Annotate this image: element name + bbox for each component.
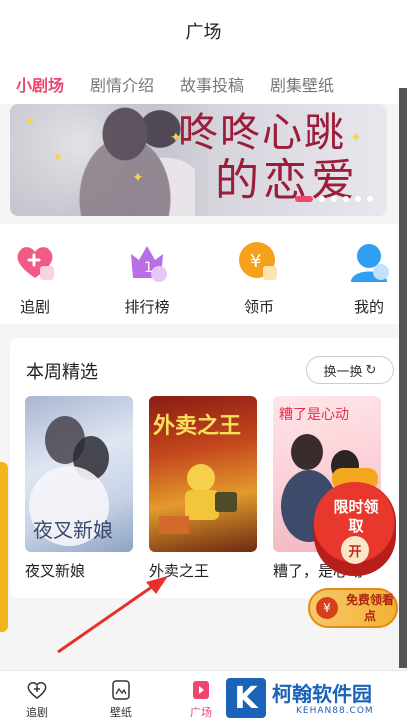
nav-follow[interactable]: 追剧: [12, 679, 62, 720]
carousel-dot[interactable]: [319, 196, 325, 202]
carousel-dot[interactable]: [367, 196, 373, 202]
carousel-dot[interactable]: [331, 196, 337, 202]
drama-card[interactable]: 外卖之王 外卖之王: [149, 396, 257, 581]
nav-label: 追剧: [26, 706, 48, 719]
crown-ranking-icon: 1: [125, 240, 169, 284]
quick-label: 追剧: [19, 298, 50, 316]
nav-wallpaper[interactable]: 壁纸: [96, 679, 146, 720]
watermark-logo: K: [226, 678, 266, 718]
quick-label: 领币: [243, 298, 274, 316]
watermark-domain: KEHAN88.COM: [296, 706, 374, 716]
butterfly-icon: ✦: [24, 114, 36, 130]
side-floating-tab[interactable]: [0, 462, 8, 632]
nav-label: 壁纸: [110, 706, 132, 719]
tab-plot-intro[interactable]: 剧情介绍: [90, 72, 154, 96]
top-bar: 广场: [0, 0, 407, 60]
promo-text: 限时领取: [333, 498, 379, 535]
drama-title: 夜叉新娘: [25, 562, 86, 580]
poster-title-art: 糟了是心动: [279, 407, 349, 423]
carousel-dot[interactable]: [343, 196, 349, 202]
svg-text:¥: ¥: [250, 251, 261, 272]
page-title: 广场: [185, 22, 222, 43]
nav-square[interactable]: 广场: [176, 679, 226, 720]
coin-icon: ¥: [237, 240, 281, 284]
section-title: 本周精选: [26, 362, 98, 383]
quick-profile[interactable]: 我的: [334, 240, 404, 317]
watermark-name: 柯翰软件园: [272, 682, 372, 706]
scrollbar[interactable]: [399, 88, 407, 668]
refresh-icon: ↻: [365, 362, 377, 378]
profile-icon: [347, 240, 391, 284]
drama-card[interactable]: 夜叉新娘 夜叉新娘: [25, 396, 133, 581]
tab-story-submit[interactable]: 故事投稿: [180, 72, 244, 96]
tab-wallpapers[interactable]: 剧集壁纸: [270, 72, 334, 96]
drama-poster: 夜叉新娘: [25, 396, 133, 552]
poster-title-art: 夜叉新娘: [33, 518, 113, 542]
drama-title: 外卖之王: [149, 562, 210, 580]
open-button[interactable]: 开: [341, 536, 369, 564]
shuffle-button[interactable]: 换一换 ↻: [306, 356, 394, 384]
banner-carousel[interactable]: ✦ ✦ ✦ ✦ ✦ 咚咚心跳 的恋爱: [10, 104, 387, 216]
quick-actions: 追剧 1 排行榜 ¥ 领币 我的: [0, 224, 407, 324]
carousel-dot[interactable]: [355, 196, 361, 202]
carousel-indicator: [295, 196, 373, 202]
svg-text:1: 1: [144, 260, 153, 276]
quick-claim-coins[interactable]: ¥ 领币: [224, 240, 294, 317]
limited-time-promo[interactable]: 限时领取 开: [314, 468, 396, 576]
coupon-text: 免费领看点: [345, 593, 394, 623]
heart-plus-icon: [13, 240, 57, 284]
square-icon: [190, 679, 212, 701]
poster-title-art: 外卖之王: [153, 413, 242, 439]
carousel-dot[interactable]: [295, 196, 313, 202]
quick-label: 排行榜: [124, 298, 170, 316]
banner-image: [65, 104, 195, 216]
nav-label: 广场: [190, 706, 212, 719]
wallpaper-icon: [110, 679, 132, 701]
heart-plus-icon: [26, 679, 48, 701]
butterfly-icon: ✦: [132, 170, 144, 186]
quick-ranking[interactable]: 1 排行榜: [112, 240, 182, 317]
coin-icon: ¥: [316, 597, 338, 619]
shuffle-label: 换一换: [323, 364, 363, 380]
site-watermark: K 柯翰软件园 KEHAN88.COM: [226, 674, 396, 724]
drama-poster: 外卖之王: [149, 396, 257, 552]
quick-follow-drama[interactable]: 追剧: [0, 240, 70, 317]
free-points-button[interactable]: ¥ 免费领看点: [308, 588, 398, 628]
tab-theater[interactable]: 小剧场: [16, 72, 64, 96]
quick-label: 我的: [353, 298, 384, 316]
butterfly-icon: ✦: [52, 150, 64, 166]
tab-bar: 小剧场 剧情介绍 故事投稿 剧集壁纸: [0, 60, 407, 104]
